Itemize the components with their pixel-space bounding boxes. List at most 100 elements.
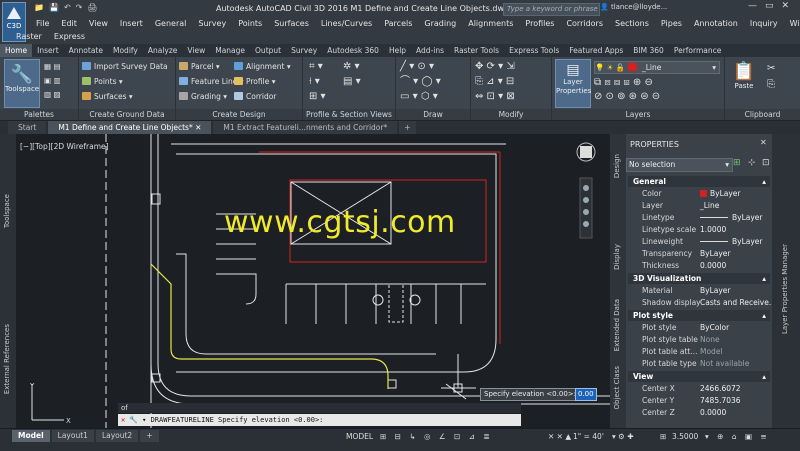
copy-clip-icon[interactable]: ⎘ bbox=[767, 79, 775, 90]
palette-icon-2[interactable]: ▣ ▥ bbox=[44, 75, 61, 86]
tab-define-line-objects[interactable]: M1 Define and Create Line Objects* ✕ bbox=[48, 121, 212, 134]
rectangle-icon[interactable]: ▭ ▾ ⬡ ▾ bbox=[400, 91, 438, 102]
points-button[interactable]: Points ▾ bbox=[82, 76, 123, 87]
ribbon-tab-output[interactable]: Output bbox=[250, 44, 286, 57]
selection-dropdown[interactable]: No selection ▾ bbox=[626, 158, 733, 172]
menu-item-annotation[interactable]: Annotation bbox=[694, 17, 738, 30]
ribbon-tab-featured-apps[interactable]: Featured Apps bbox=[564, 44, 628, 57]
palette-icon-3[interactable]: ▧ ▨ bbox=[44, 89, 61, 100]
viewcube-compass[interactable] bbox=[576, 142, 596, 162]
ribbon-tab-raster-tools[interactable]: Raster Tools bbox=[449, 44, 504, 57]
ribbon-tab-help[interactable]: Help bbox=[384, 44, 411, 57]
grading-button[interactable]: Grading ▾ bbox=[179, 91, 227, 102]
tab-start[interactable]: Start bbox=[8, 121, 47, 134]
menu-item-file[interactable]: File bbox=[36, 17, 49, 30]
section-view-icon[interactable]: ⊞ ▾ bbox=[309, 91, 326, 102]
profile-view-icon[interactable]: ⌗ ▾ bbox=[309, 61, 323, 72]
drawing-canvas[interactable] bbox=[16, 134, 610, 428]
ribbon-tab-insert[interactable]: Insert bbox=[32, 44, 64, 57]
ribbon-tab-modify[interactable]: Modify bbox=[108, 44, 143, 57]
ribbon-tab-autodesk-360[interactable]: Autodesk 360 bbox=[322, 44, 384, 57]
tab-design[interactable]: Design bbox=[613, 154, 621, 178]
maximize-icon[interactable]: ▭ bbox=[765, 1, 774, 11]
annotation-icons[interactable]: ✕ ✕ ▲ bbox=[548, 432, 571, 441]
menu-item-window[interactable]: Window bbox=[790, 17, 800, 30]
mass-haul-icon[interactable]: ✲ ▾ bbox=[343, 61, 360, 72]
section-view[interactable]: View ▴ bbox=[628, 371, 770, 382]
layout-tab-model[interactable]: Model bbox=[12, 430, 50, 442]
move-icon[interactable]: ✥ ⟳ ▾ ⇲ bbox=[475, 61, 515, 72]
scale-chevron-icon[interactable]: ▾ ⚙ ✚ bbox=[612, 432, 634, 441]
property-row[interactable]: Layer _Line bbox=[642, 200, 768, 211]
palette-icon-1[interactable]: ▦ ▤ bbox=[44, 61, 61, 72]
property-row[interactable]: Color ByLayer bbox=[642, 188, 768, 199]
command-line[interactable]: ✕ 🔧 ▾ DRAWFEATURELINE Specify elevation <… bbox=[118, 414, 521, 426]
close-icon[interactable]: ✕ bbox=[121, 416, 125, 424]
close-icon[interactable]: ✕ bbox=[195, 123, 201, 132]
new-tab-button[interactable]: + bbox=[399, 121, 416, 134]
menu-item-alignments[interactable]: Alignments bbox=[468, 17, 513, 30]
menu-item-view[interactable]: View bbox=[89, 17, 108, 30]
tab-extract-featurelines[interactable]: M1 Extract Featureli...nments and Corrid… bbox=[213, 121, 398, 134]
layer-properties-manager-side-label[interactable]: Layer Properties Manager bbox=[781, 244, 789, 334]
layer-tools-row-2[interactable]: ⊘ ⊙ ⊚ ⊛ ⊜ ⊝ bbox=[594, 91, 660, 102]
menu-item-insert[interactable]: Insert bbox=[120, 17, 143, 30]
toolspace-button[interactable]: 🔧 Toolspace bbox=[4, 59, 40, 108]
menu-item-points[interactable]: Points bbox=[238, 17, 262, 30]
ribbon-tab-add-ins[interactable]: Add-ins bbox=[411, 44, 449, 57]
stretch-icon[interactable]: ⇔ ⊡ ▾ ⊠ bbox=[475, 91, 515, 102]
menu-item-grading[interactable]: Grading bbox=[424, 17, 456, 30]
property-row[interactable]: Plot style ByColor bbox=[642, 322, 768, 333]
property-row[interactable]: Center X 2466.6072 bbox=[642, 383, 768, 394]
section-general[interactable]: General ▴ bbox=[628, 176, 770, 187]
model-space-toggle[interactable]: MODEL bbox=[346, 432, 373, 441]
menu-item-general[interactable]: General bbox=[155, 17, 187, 30]
property-row[interactable]: Linetype scale 1.0000 bbox=[642, 224, 768, 235]
viewport-controls[interactable]: [−][Top][2D Wireframe] bbox=[20, 142, 109, 151]
tab-menu-icon[interactable] bbox=[0, 121, 8, 134]
property-row[interactable]: Center Y 7485.7036 bbox=[642, 395, 768, 406]
layer-properties-button[interactable]: ▤ Layer Properties bbox=[555, 59, 591, 108]
dynamic-input-value[interactable]: 0.00 bbox=[575, 388, 597, 401]
ribbon-tab-analyze[interactable]: Analyze bbox=[143, 44, 183, 57]
redo-icon[interactable]: ↷ bbox=[76, 3, 83, 15]
line-icon[interactable]: ╱ ▾ ⊙ ▾ bbox=[400, 61, 434, 72]
layer-tools-row-1[interactable]: ⧉ ⧇ ⧈ ⧆ ⊕ ⊖ bbox=[594, 77, 653, 88]
layer-dropdown[interactable]: 💡 ☀ 🔓 _Line ▾ bbox=[594, 61, 720, 74]
ribbon-tab-manage[interactable]: Manage bbox=[210, 44, 250, 57]
menu-item-express[interactable]: Express bbox=[54, 30, 85, 43]
open-icon[interactable]: 📁 bbox=[34, 3, 44, 15]
xrefs-side-label[interactable]: External References bbox=[3, 324, 11, 394]
layout-tab-layout2[interactable]: Layout2 bbox=[95, 430, 139, 442]
toolspace-side-label[interactable]: Toolspace bbox=[3, 194, 11, 228]
corridor-button[interactable]: Corridor bbox=[234, 91, 276, 102]
property-row[interactable]: Material ByLayer bbox=[642, 285, 768, 296]
ribbon-tab-survey[interactable]: Survey bbox=[286, 44, 322, 57]
copy-icon[interactable]: ⎘ ⊿ ▾ ⊟ bbox=[475, 76, 514, 87]
tab-object-class[interactable]: Object Class bbox=[613, 366, 621, 409]
print-icon[interactable]: 🖨 bbox=[87, 3, 97, 15]
surfaces-button[interactable]: Surfaces ▾ bbox=[82, 91, 133, 102]
property-row[interactable]: Center Z 0.0000 bbox=[642, 407, 768, 418]
menu-item-pipes[interactable]: Pipes bbox=[661, 17, 682, 30]
menu-item-profiles[interactable]: Profiles bbox=[525, 17, 554, 30]
user-account[interactable]: 👤 tlance@lloyde... bbox=[600, 3, 667, 11]
paste-button[interactable]: 📋 Paste bbox=[727, 59, 761, 106]
navigation-bar[interactable] bbox=[579, 177, 593, 239]
menu-item-sections[interactable]: Sections bbox=[615, 17, 649, 30]
ribbon-tab-annotate[interactable]: Annotate bbox=[64, 44, 108, 57]
pickadd-icon[interactable]: ⊡ bbox=[762, 158, 770, 168]
menu-item-survey[interactable]: Survey bbox=[198, 17, 226, 30]
section-plot-style[interactable]: Plot style ▴ bbox=[628, 310, 770, 321]
menu-item-surfaces[interactable]: Surfaces bbox=[274, 17, 309, 30]
property-row[interactable]: Transparency ByLayer bbox=[642, 248, 768, 259]
ribbon-tab-view[interactable]: View bbox=[182, 44, 210, 57]
property-row[interactable]: Linetype ByLayer bbox=[642, 212, 768, 223]
property-row[interactable]: Plot style table None bbox=[642, 334, 768, 345]
alignment-button[interactable]: Alignment ▾ bbox=[234, 61, 291, 72]
ribbon-tab-home[interactable]: Home bbox=[0, 44, 33, 57]
section-3d-visualization[interactable]: 3D Visualization ▴ bbox=[628, 273, 770, 284]
select-objects-icon[interactable]: ⊹ bbox=[748, 158, 756, 168]
new-layout-button[interactable]: + bbox=[140, 430, 159, 442]
search-input[interactable]: Type a keyword or phrase bbox=[503, 3, 600, 16]
